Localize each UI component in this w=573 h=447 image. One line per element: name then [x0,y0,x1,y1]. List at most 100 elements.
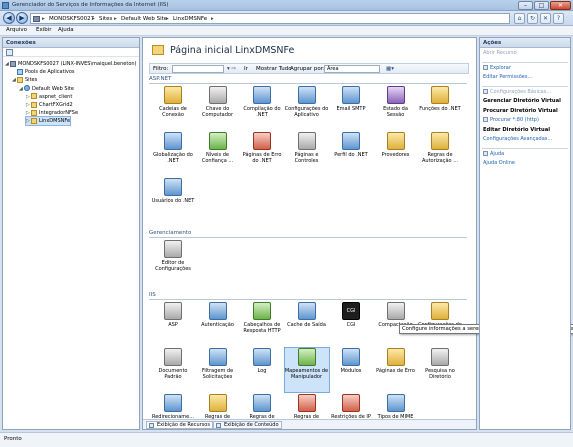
breadcrumb-separator: ▸ [42,16,45,22]
maximize-button[interactable]: □ [534,1,549,10]
feature-mapeamentos-de-manipulador[interactable]: Mapeamentos de Manipulador [283,347,330,393]
forward-button[interactable]: ▶ [16,12,28,24]
show-all-button[interactable]: Mostrar Tudo [256,66,292,72]
feature-usuarios-do-net[interactable]: Usuários do .NET [151,178,195,222]
feature-perfil-do-net[interactable]: Perfil do .NET [329,132,373,176]
cabecalhos-de-resposta-http-icon [253,302,271,320]
globe-icon [24,85,30,92]
action-configuracoes-basicas[interactable]: Configurações Básicas... [483,88,551,95]
action-ajuda-online[interactable]: Ajuda Online [483,160,515,166]
tree-item-chartfxgrid2[interactable]: ▷ ChartFXGrid2 [26,101,73,109]
feature-regras-de-autorizacao[interactable]: Regras de Autorização ... [418,132,462,176]
feature-cadeias-de-conexao[interactable]: Cadeias de Conexão [151,86,195,130]
home-icon[interactable]: ⌂ [514,13,525,24]
breadcrumb-default-web-site[interactable]: Default Web Site [121,16,167,22]
tree-item-label: MONDSKFS0027 (LINX-INVES\maiquel.beneton… [18,61,137,67]
connections-header: Conexões [3,38,139,48]
feature-paginas-de-erro-do-net[interactable]: Páginas de Erro do .NET [240,132,284,176]
group-header-iis[interactable]: IIS [149,292,467,300]
stop-icon[interactable]: ✕ [540,13,551,24]
feature-estado-da-sessao[interactable]: Estado da Sessão [374,86,418,130]
feature-asp[interactable]: ASP [151,302,195,346]
group-header-asp-net[interactable]: ASP.NET [149,76,467,84]
action-label: Configurações Avançadas... [483,136,553,142]
feature-cgi[interactable]: CGI CGI [329,302,373,346]
breadcrumb-linxdmsnfe[interactable]: LinxDMSNFe [173,16,207,22]
group-header-gerenciamento[interactable]: Gerenciamento [149,230,467,238]
breadcrumb-separator: ▸ [92,16,95,22]
breadcrumb-server[interactable]: MONDSKFS0027 [49,16,94,22]
feature-label: Cache de Saída [287,322,326,328]
feature-funcoes-do-net[interactable]: Funções do .NET [418,86,462,130]
feature-niveis-de-confianca[interactable]: Níveis de Confiança ... [196,132,240,176]
action-procurar-80-http[interactable]: Procurar *:80 (http) [483,117,539,123]
action-abrir-recurso[interactable]: Abrir Recurso [483,50,517,56]
tree-item-integradornfse[interactable]: ▷ IntegradorNFSe [26,109,78,117]
menu-arquivo[interactable]: Arquivo [6,27,27,33]
feature-pesquisa-no-diretorio[interactable]: Pesquisa no Diretório [418,348,462,392]
folder-icon [31,93,37,100]
action-configuracoes-avancadas[interactable]: Configurações Avançadas... [483,136,552,142]
feature-filtragem-de-solicitacoes[interactable]: Filtragem de Solicitações [196,348,240,392]
feature-log[interactable]: Log [240,348,284,392]
action-ajuda[interactable]: Ajuda [483,150,504,157]
status-bar: Pronto [0,432,573,447]
connect-icon[interactable] [6,49,13,56]
feature-cache-de-saida[interactable]: Cache de Saída [285,302,329,346]
feature-label: Funções do .NET [419,106,461,112]
help-icon[interactable]: ? [553,13,564,24]
feature-modulos[interactable]: Módulos [329,348,373,392]
actions-section-procurar-diretorio-virtual: Procurar Diretório Virtual [483,108,558,114]
tab-features-view[interactable]: Exibição de Recursos [146,421,213,429]
tree-item-pools-de-aplicativos[interactable]: Pools de Aplicativos [12,68,75,76]
feature-paginas-de-erro[interactable]: Páginas de Erro [374,348,418,392]
action-explorar[interactable]: Explorar [483,64,511,71]
page-title: Página inicial LinxDMSNFe [170,45,295,56]
action-label: Gerenciar Diretório Virtual [483,98,561,104]
tree-item-sites[interactable]: ◢ Sites [12,76,37,84]
feature-cabecalhos-de-resposta-http[interactable]: Cabeçalhos de Resposta HTTP [240,302,284,346]
feature-chave-do-computador[interactable]: Chave do Computador [196,86,240,130]
refresh-icon[interactable]: ↻ [527,13,538,24]
server-icon [33,16,40,22]
feature-provedores[interactable]: Provedores [374,132,418,176]
mapeamentos-de-manipulador-icon [297,348,316,366]
close-button[interactable]: ✕ [550,1,571,10]
breadcrumb[interactable]: ▸ MONDSKFS0027 ▸ Sites ▸ Default Web Sit… [30,13,510,24]
filter-input[interactable] [172,65,224,73]
email-smtp-icon [342,86,360,104]
feature-label: Regras de Autorização ... [422,152,458,164]
feature-configuracoes-do-aplicativo[interactable]: Configurações do Aplicativo [285,86,329,130]
menu-exibir[interactable]: Exibir [36,27,52,33]
feature-compilacao-do-net[interactable]: Compilação do .NET [240,86,284,130]
actions-section-editar-diretorio-virtual: Editar Diretório Virtual [483,127,550,133]
globalizacao-do-net-icon [164,132,182,150]
go-button[interactable]: Ir [244,66,248,72]
tipos-de-mime-icon [386,394,405,412]
breadcrumb-separator: ▸ [166,16,169,22]
feature-editor-de-configuracoes[interactable]: Editor de Configurações [151,240,195,284]
feature-autenticacao[interactable]: Autenticação [196,302,240,346]
tree-item-linxdmsnfe[interactable]: ▷ LinxDMSNFe [24,116,72,127]
breadcrumb-sites[interactable]: Sites [99,16,112,22]
feature-globalizacao-do-net[interactable]: Globalização do .NET [151,132,195,176]
tree-item-mondskfs0027-linx-inves-maiquel-beneton[interactable]: ◢ MONDSKFS0027 (LINX-INVES\maiquel.beneto… [5,60,137,68]
paginas-de-erro-icon [386,348,405,366]
cgi-icon: CGI [342,302,360,320]
minimize-button[interactable]: – [518,1,533,10]
tab-content-view[interactable]: Exibição de Conteúdo [213,421,282,429]
menu-ajuda[interactable]: Ajuda [58,27,74,33]
tree-item-default-web-site[interactable]: ◢ Default Web Site [19,85,74,93]
pesquisa-no-diretorio-icon [431,348,449,366]
usuarios-do-net-icon [164,178,182,196]
feature-paginas-e-controles[interactable]: Páginas e Controles [285,132,329,176]
feature-email-smtp[interactable]: Email SMTP [329,86,373,130]
tree-item-aspnet-client[interactable]: ▷ aspnet_client [26,93,72,101]
go-icon[interactable]: ▾ ⇨ [227,66,236,72]
back-button[interactable]: ◀ [3,12,15,24]
group-by-select[interactable]: Área [324,65,380,73]
view-mode-icon[interactable]: ▦▾ [386,66,394,72]
feature-documento-padrao[interactable]: Documento Padrão [151,348,195,392]
action-editar-permissoes[interactable]: Editar Permissões... [483,74,532,80]
action-label: Procurar *:80 (http) [490,117,539,123]
